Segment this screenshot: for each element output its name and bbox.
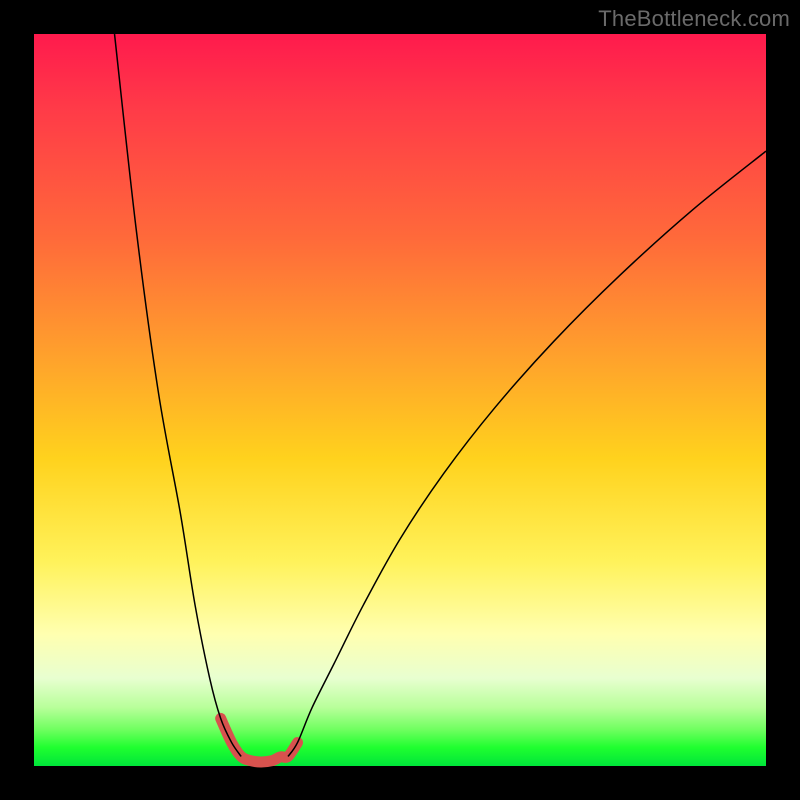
watermark-text: TheBottleneck.com	[598, 6, 790, 32]
curve-right-path	[288, 151, 766, 756]
plot-area	[34, 34, 766, 766]
curve-layer	[34, 34, 766, 766]
valley-highlight-path	[221, 718, 298, 762]
chart-frame: TheBottleneck.com	[0, 0, 800, 800]
curve-left-path	[115, 34, 242, 756]
